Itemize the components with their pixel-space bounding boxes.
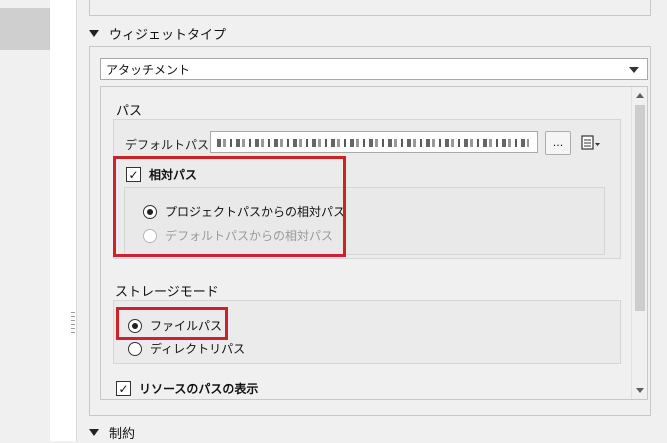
redacted-path-value: [217, 139, 529, 147]
vertical-scrollbar[interactable]: [631, 87, 647, 399]
show-resource-path-checkbox[interactable]: ✓: [116, 381, 131, 396]
radio-directory-path[interactable]: ディレクトリパス: [128, 340, 245, 357]
widget-type-value: アタッチメント: [106, 62, 191, 77]
widget-type-header[interactable]: ウィジェットタイプ: [89, 22, 226, 44]
default-path-label: デフォルトパス: [125, 138, 210, 152]
collapse-triangle-icon: [89, 428, 99, 436]
scroll-down-icon[interactable]: [636, 388, 644, 393]
widget-type-combo[interactable]: アタッチメント: [100, 58, 648, 80]
previous-section-frame: [89, 0, 651, 16]
scrollbar-thumb[interactable]: [635, 105, 645, 311]
show-resource-path-label: リソースのパスの表示: [139, 382, 259, 396]
radio-button[interactable]: [128, 341, 142, 356]
left-list: [50, 0, 77, 441]
scroll-up-icon[interactable]: [636, 93, 644, 98]
data-defined-override-icon[interactable]: [580, 134, 602, 152]
highlight-box-file-path: [116, 307, 228, 340]
browse-button[interactable]: ...: [545, 131, 571, 155]
chevron-down-icon: [629, 67, 639, 73]
collapse-triangle-icon: [89, 29, 99, 37]
show-resource-path-row[interactable]: ✓ リソースのパスの表示: [116, 380, 258, 397]
default-path-input[interactable]: [210, 131, 538, 153]
left-panel: [0, 0, 50, 441]
path-group-title: パス: [116, 104, 143, 119]
widget-type-title: ウィジェットタイプ: [109, 27, 227, 43]
radio-directory-label: ディレクトリパス: [150, 342, 246, 356]
highlight-box-relative-path: [113, 156, 346, 257]
storage-mode-title: ストレージモード: [115, 285, 219, 300]
left-panel-selected-item[interactable]: [0, 8, 50, 50]
constraints-header[interactable]: 制約: [89, 421, 135, 443]
splitter-handle[interactable]: [71, 312, 75, 334]
constraints-title: 制約: [109, 426, 136, 442]
